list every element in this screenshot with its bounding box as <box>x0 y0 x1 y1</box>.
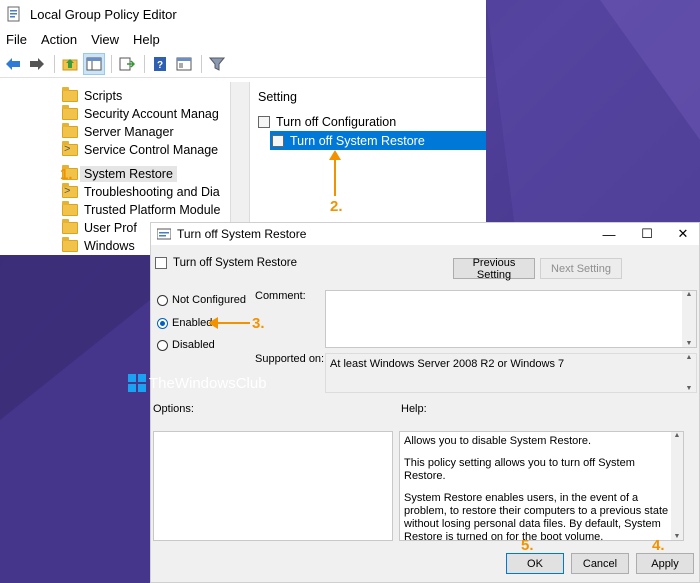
toolbar-separator <box>144 54 145 73</box>
step-marker-4: 4. <box>652 537 665 554</box>
radio-disabled[interactable]: Disabled <box>157 339 215 351</box>
toolbar-separator <box>54 54 55 73</box>
supported-on-field: At least Windows Server 2008 R2 or Windo… <box>325 353 697 393</box>
comment-textarea[interactable]: ▲ ▼ <box>325 290 697 348</box>
tree-item-scripts[interactable]: Scripts <box>62 87 122 105</box>
tree-item-trusted-platform-module[interactable]: Trusted Platform Module <box>62 201 220 219</box>
help-scrollbar[interactable]: ▲ ▼ <box>671 432 683 540</box>
gpe-window: Local Group Policy Editor File Action Vi… <box>0 0 486 255</box>
options-panel <box>153 431 393 541</box>
radio-circle[interactable] <box>157 339 168 351</box>
arrow-left-icon <box>208 317 250 329</box>
settings-column-header[interactable]: Setting <box>250 82 486 112</box>
folder-icon <box>62 237 78 252</box>
step-marker-2: 2. <box>330 198 343 215</box>
gpe-menubar: File Action View Help <box>0 28 486 50</box>
show-hide-tree-icon[interactable] <box>83 52 105 75</box>
policy-setting-icon <box>155 257 167 269</box>
forward-arrow-icon[interactable] <box>26 53 48 75</box>
step-marker-3: 3. <box>252 315 265 332</box>
policy-setting-icon <box>272 134 284 147</box>
gpe-titlebar: Local Group Policy Editor <box>0 0 486 28</box>
radio-circle[interactable] <box>157 294 168 306</box>
menu-view[interactable]: View <box>89 32 127 47</box>
policy-dialog: Turn off System Restore — ☐ ✕ Turn off S… <box>150 222 700 583</box>
back-arrow-icon[interactable] <box>2 53 24 75</box>
maximize-icon[interactable]: ☐ <box>627 223 667 245</box>
folder-icon <box>62 201 78 216</box>
folder-icon <box>62 219 78 234</box>
dialog-title: Turn off System Restore <box>177 227 307 241</box>
expand-chevron-icon[interactable]: > <box>64 185 70 197</box>
close-icon[interactable]: ✕ <box>663 223 700 245</box>
apply-button[interactable]: Apply <box>636 553 694 574</box>
previous-setting-button[interactable]: Previous Setting <box>453 257 535 281</box>
tree-item-service-control-manager[interactable]: Service Control Manage <box>62 141 218 159</box>
folder-icon <box>62 87 78 102</box>
tree-item-windows[interactable]: Windows <box>62 237 135 255</box>
folder-icon <box>62 105 78 120</box>
arrow-up-icon <box>329 150 341 196</box>
menu-action[interactable]: Action <box>39 32 85 47</box>
supported-scrollbar[interactable]: ▲ ▼ <box>682 354 696 392</box>
properties-icon[interactable] <box>173 53 195 75</box>
menu-help[interactable]: Help <box>131 32 168 47</box>
windows-logo-icon <box>128 374 146 392</box>
tree-item-user-profiles[interactable]: User Prof <box>62 219 137 237</box>
filter-icon[interactable] <box>206 53 228 75</box>
expand-chevron-icon[interactable]: > <box>64 143 70 155</box>
gpe-app-icon <box>6 6 22 22</box>
help-label: Help: <box>401 403 427 415</box>
gpe-toolbar: ? <box>0 50 486 78</box>
setting-turn-off-system-restore[interactable]: Turn off System Restore <box>270 131 486 150</box>
folder-icon <box>62 123 78 138</box>
help-icon[interactable]: ? <box>149 53 171 75</box>
export-list-icon[interactable] <box>116 53 138 75</box>
next-setting-button[interactable]: Next Setting <box>540 258 622 279</box>
help-paragraph: This policy setting allows you to turn o… <box>404 457 635 482</box>
comment-scrollbar[interactable]: ▲ ▼ <box>682 291 696 347</box>
dialog-policy-icon <box>156 228 172 240</box>
radio-enabled[interactable]: Enabled <box>157 317 212 329</box>
radio-not-configured[interactable]: Not Configured <box>157 294 246 306</box>
tree-item-server-manager[interactable]: Server Manager <box>62 123 174 141</box>
watermark: TheWindowsClub <box>128 374 267 392</box>
radio-circle-selected[interactable] <box>157 317 168 329</box>
help-text-panel: Allows you to disable System Restore. Th… <box>399 431 684 541</box>
up-folder-icon[interactable] <box>59 53 81 75</box>
comment-label: Comment: <box>255 290 306 302</box>
menu-file[interactable]: File <box>4 32 35 47</box>
tree-item-troubleshooting[interactable]: Troubleshooting and Dia <box>62 183 220 201</box>
gpe-title: Local Group Policy Editor <box>30 6 177 22</box>
toolbar-separator <box>201 54 202 73</box>
options-label: Options: <box>153 403 194 415</box>
policy-name: Turn off System Restore <box>173 257 297 269</box>
cancel-button[interactable]: Cancel <box>571 553 629 574</box>
dialog-header-row: Turn off System Restore Previous Setting… <box>151 249 699 285</box>
help-paragraph: System Restore enables users, in the eve… <box>404 492 669 541</box>
step-marker-5: 5. <box>521 537 534 554</box>
ok-button[interactable]: OK <box>506 553 564 574</box>
minimize-icon[interactable]: — <box>589 223 629 245</box>
tree-item-system-restore[interactable]: System Restore <box>62 165 177 183</box>
tree-item-security-account-manager[interactable]: Security Account Manag <box>62 105 219 123</box>
help-paragraph: Allows you to disable System Restore. <box>404 435 592 447</box>
policy-setting-icon <box>258 115 270 128</box>
toolbar-separator <box>111 54 112 73</box>
watermark-text: TheWindowsClub <box>149 374 267 392</box>
svg-text:?: ? <box>157 60 163 71</box>
supported-on-label: Supported on: <box>255 353 325 365</box>
step-marker-1: 1. <box>60 166 73 183</box>
setting-turn-off-configuration[interactable]: Turn off Configuration <box>250 112 486 131</box>
